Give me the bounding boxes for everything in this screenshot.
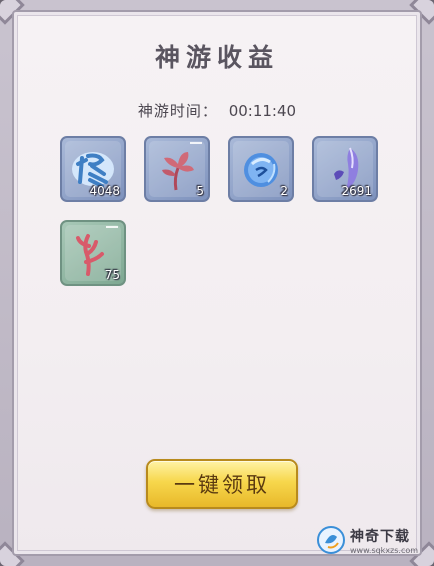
reward-slot-spirit-orb[interactable]: 2 (228, 136, 294, 202)
reward-count: 2 (280, 184, 288, 198)
claim-all-button[interactable]: 一键领取 (146, 459, 298, 509)
red-herb-icon (162, 152, 194, 191)
reward-count: 4048 (89, 184, 120, 198)
dialog-frame: 神游收益 神游时间： 00:11:40 4048 5 2 2691 75 一键领… (0, 0, 434, 566)
reward-slot-red-coral[interactable]: 75 (60, 220, 126, 286)
reward-slot-violet-crystal[interactable]: 2691 (312, 136, 378, 202)
travel-time-value: 00:11:40 (228, 102, 297, 120)
reward-count: 75 (104, 268, 120, 282)
dialog-title: 神游收益 (154, 43, 279, 72)
reward-count: 5 (196, 184, 204, 198)
travel-time-row: 神游时间： 00:11:40 (14, 100, 420, 121)
watermark-logo-icon (317, 526, 345, 554)
watermark-url: www.sqkxzs.com (350, 545, 419, 555)
reward-panel: 神游收益 神游时间： 00:11:40 4048 5 2 2691 75 一键领… (12, 10, 422, 556)
reward-slot-red-herb[interactable]: 5 (144, 136, 210, 202)
reward-count: 2691 (341, 184, 372, 198)
travel-time-label: 神游时间： (137, 102, 218, 120)
reward-slot-cultivation[interactable]: 4048 (60, 136, 126, 202)
site-watermark: 神奇下载 www.sqkxzs.com (316, 520, 428, 560)
blue-spirit-orb-icon (244, 153, 278, 187)
watermark-name: 神奇下载 (350, 528, 410, 545)
